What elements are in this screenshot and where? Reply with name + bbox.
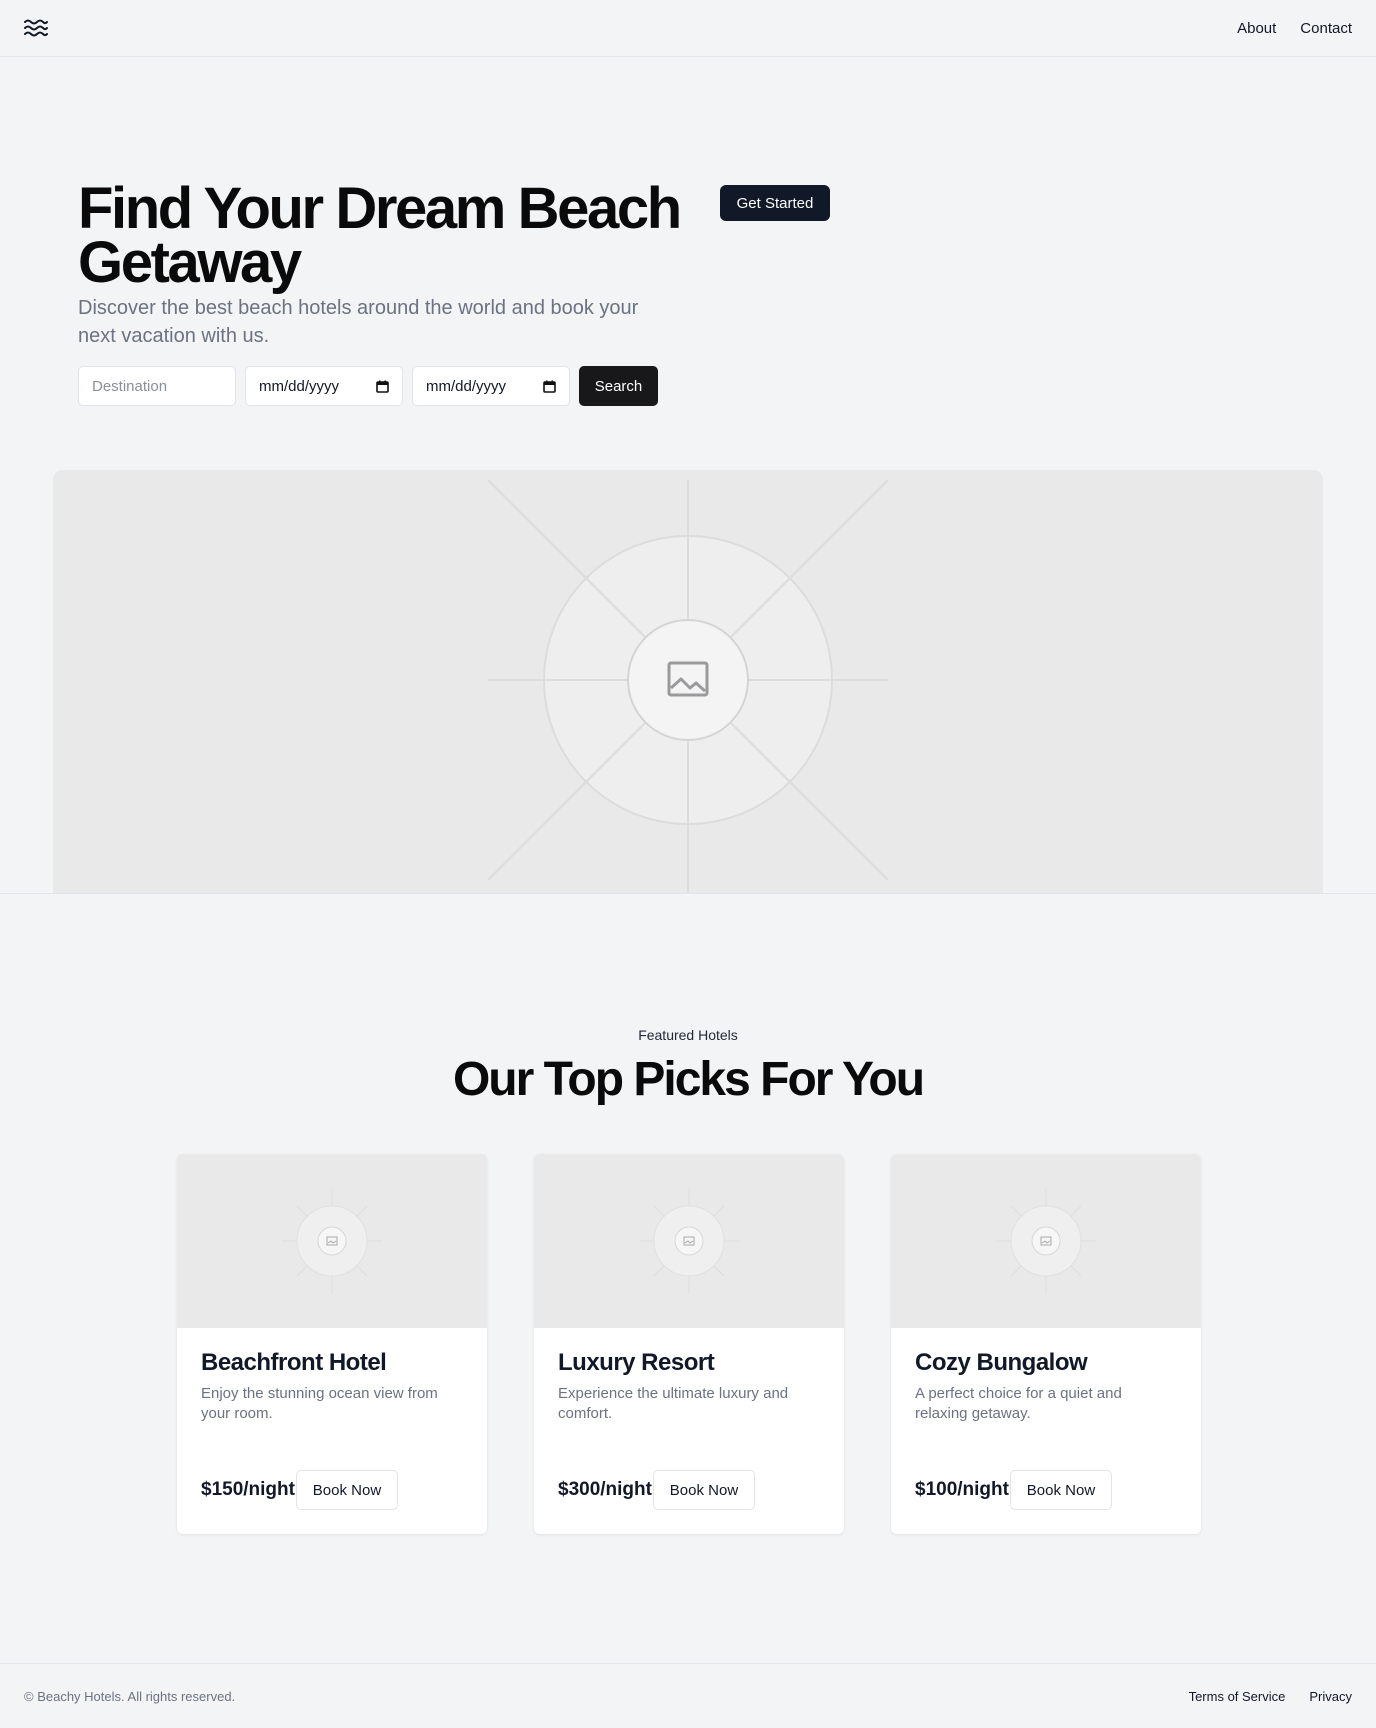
section-divider (0, 893, 1376, 894)
hero-image-placeholder (53, 470, 1323, 894)
copyright-text: © Beachy Hotels. All rights reserved. (24, 1688, 236, 1704)
hotel-description: A perfect choice for a quiet and relaxin… (915, 1385, 1122, 1422)
hero-subtitle: Discover the best beach hotels around th… (78, 297, 639, 347)
destination-placeholder: Destination (92, 377, 168, 395)
hotel-card: Beachfront Hotel Enjoy the stunning ocea… (177, 1154, 487, 1534)
hotel-description: Experience the ultimate luxury and comfo… (558, 1385, 789, 1422)
hotel-description: Enjoy the stunning ocean view from your … (201, 1385, 438, 1422)
hotel-name: Beachfront Hotel (201, 1349, 387, 1376)
book-now-button[interactable]: Book Now (295, 1470, 398, 1510)
hotel-image-placeholder (177, 1154, 487, 1328)
footer-links: Terms of Service Privacy (1189, 1689, 1352, 1704)
checkout-date-value: mm/dd/yyyy (426, 377, 507, 395)
hotel-image-placeholder (891, 1154, 1201, 1328)
hotel-card: Luxury Resort Experience the ultimate lu… (534, 1154, 844, 1534)
calendar-icon[interactable] (376, 380, 389, 393)
site-footer: © Beachy Hotels. All rights reserved. Te… (0, 1663, 1376, 1728)
hotel-name: Luxury Resort (558, 1349, 715, 1376)
waves-icon[interactable] (24, 19, 48, 37)
checkin-date-value: mm/dd/yyyy (259, 377, 340, 395)
footer-link-privacy[interactable]: Privacy (1309, 1689, 1352, 1704)
main-nav: About Contact (1237, 20, 1352, 37)
hotel-name: Cozy Bungalow (915, 1349, 1088, 1376)
search-button[interactable]: Search (579, 366, 658, 406)
book-now-button[interactable]: Book Now (652, 1470, 755, 1510)
hotel-price: $150/night (201, 1479, 295, 1500)
nav-link-contact[interactable]: Contact (1300, 20, 1352, 37)
destination-input[interactable]: Destination (78, 366, 236, 406)
site-header: About Contact (0, 0, 1376, 57)
get-started-button[interactable]: Get Started (720, 185, 830, 221)
hotel-price: $300/night (558, 1479, 652, 1500)
checkin-date-input[interactable]: mm/dd/yyyy (245, 366, 403, 406)
search-form: Destination mm/dd/yyyy mm/dd/yyyy Search (78, 366, 658, 406)
nav-link-about[interactable]: About (1237, 20, 1276, 37)
featured-title: Our Top Picks For You (452, 1053, 925, 1106)
hotel-price: $100/night (915, 1479, 1009, 1500)
footer-link-terms[interactable]: Terms of Service (1189, 1689, 1286, 1704)
calendar-icon[interactable] (543, 380, 556, 393)
hotel-card: Cozy Bungalow A perfect choice for a qui… (891, 1154, 1201, 1534)
checkout-date-input[interactable]: mm/dd/yyyy (412, 366, 570, 406)
hero-title: Find Your Dream Beach Getaway (78, 176, 682, 295)
book-now-button[interactable]: Book Now (1009, 1470, 1112, 1510)
hotel-image-placeholder (534, 1154, 844, 1328)
featured-eyebrow: Featured Hotels (638, 1027, 738, 1043)
